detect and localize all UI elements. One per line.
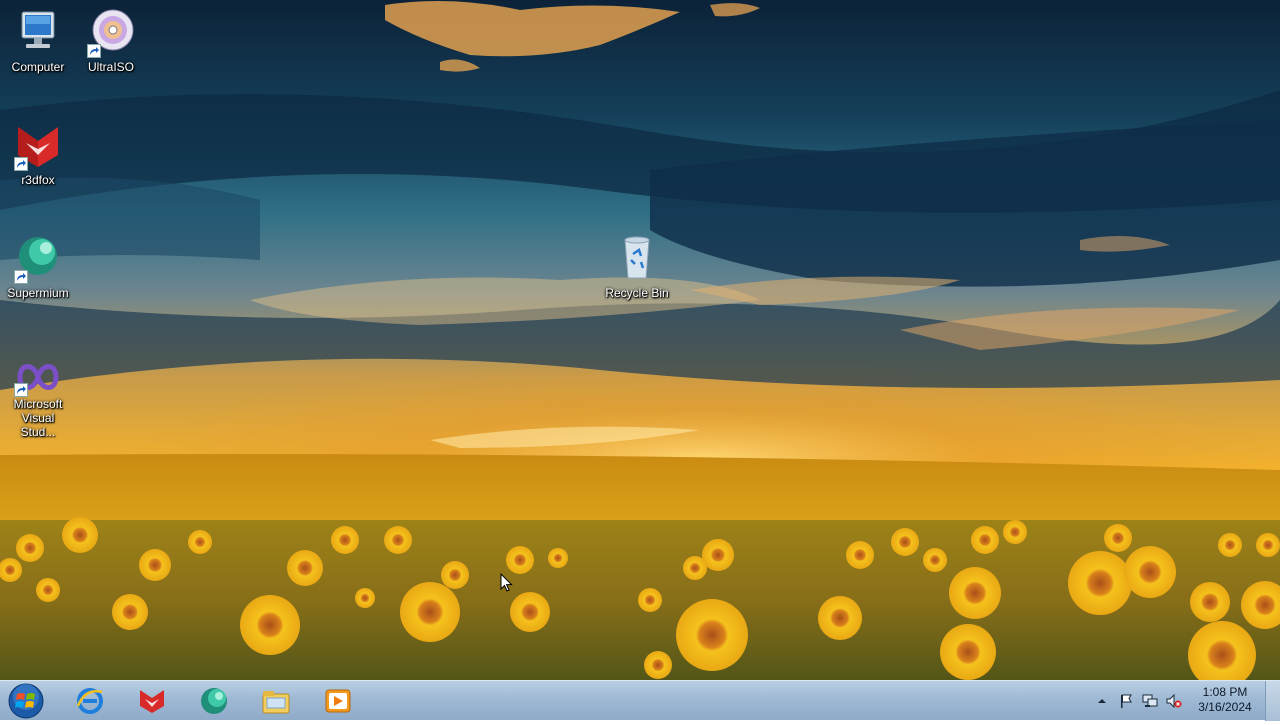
media-player-icon <box>325 689 351 713</box>
taskbar-media-player[interactable] <box>310 683 366 719</box>
ultraiso-icon <box>85 8 137 58</box>
supermium-icon <box>201 688 227 714</box>
desktop-icon-visual-studio[interactable]: Microsoft Visual Stud... <box>0 357 76 439</box>
desktop-icon-label: Recycle Bin <box>605 286 669 300</box>
desktop-icon-supermium[interactable]: Supermium <box>0 234 76 300</box>
desktop-icon-computer[interactable]: Computer <box>0 8 76 74</box>
show-hidden-icons-arrow[interactable] <box>1094 693 1110 709</box>
visual-studio-icon <box>12 357 64 397</box>
start-button[interactable] <box>6 682 46 720</box>
taskbar-r3dfox[interactable] <box>124 683 180 719</box>
desktop-icon-r3dfox[interactable]: r3dfox <box>0 121 76 187</box>
taskbar-supermium[interactable] <box>186 683 242 719</box>
desktop-icon-label: r3dfox <box>21 173 55 187</box>
desktop-icon-label: UltraISO <box>87 60 134 74</box>
r3dfox-icon <box>140 690 164 713</box>
mouse-cursor-icon <box>500 573 513 592</box>
clock-date: 3/16/2024 <box>1198 700 1252 714</box>
internet-explorer-icon <box>76 688 103 714</box>
desktop-icon-label: Supermium <box>7 286 69 300</box>
action-center-flag-icon[interactable] <box>1118 693 1134 709</box>
desktop-icon-ultraiso[interactable]: UltraISO <box>73 8 149 74</box>
file-explorer-icon <box>262 691 290 714</box>
taskbar-file-explorer[interactable] <box>248 683 304 719</box>
computer-icon <box>12 8 64 58</box>
shortcut-arrow-icon <box>14 270 28 284</box>
taskbar-internet-explorer[interactable] <box>62 683 118 719</box>
desktop-icon-recycle-bin[interactable]: Recycle Bin <box>599 234 675 300</box>
shortcut-arrow-icon <box>87 44 101 58</box>
clock-time: 1:08 PM <box>1202 685 1248 699</box>
volume-muted-icon[interactable] <box>1166 693 1182 709</box>
desktop-icon-label: Computer <box>11 60 65 74</box>
system-tray: 1:08 PM 3/16/2024 <box>1090 681 1280 721</box>
recycle-bin-icon <box>611 234 663 284</box>
desktop-wallpaper <box>0 0 1280 720</box>
windows-start-icon <box>8 683 44 719</box>
shortcut-arrow-icon <box>14 383 28 397</box>
desktop-icon-label: Microsoft Visual Stud... <box>13 397 63 439</box>
show-desktop-button[interactable] <box>1265 681 1280 721</box>
network-icon[interactable] <box>1142 693 1158 709</box>
clock[interactable]: 1:08 PM 3/16/2024 <box>1194 685 1256 715</box>
r3dfox-icon <box>12 121 64 171</box>
shortcut-arrow-icon <box>14 157 28 171</box>
taskbar: 1:08 PM 3/16/2024 <box>0 680 1280 721</box>
supermium-icon <box>12 234 64 284</box>
